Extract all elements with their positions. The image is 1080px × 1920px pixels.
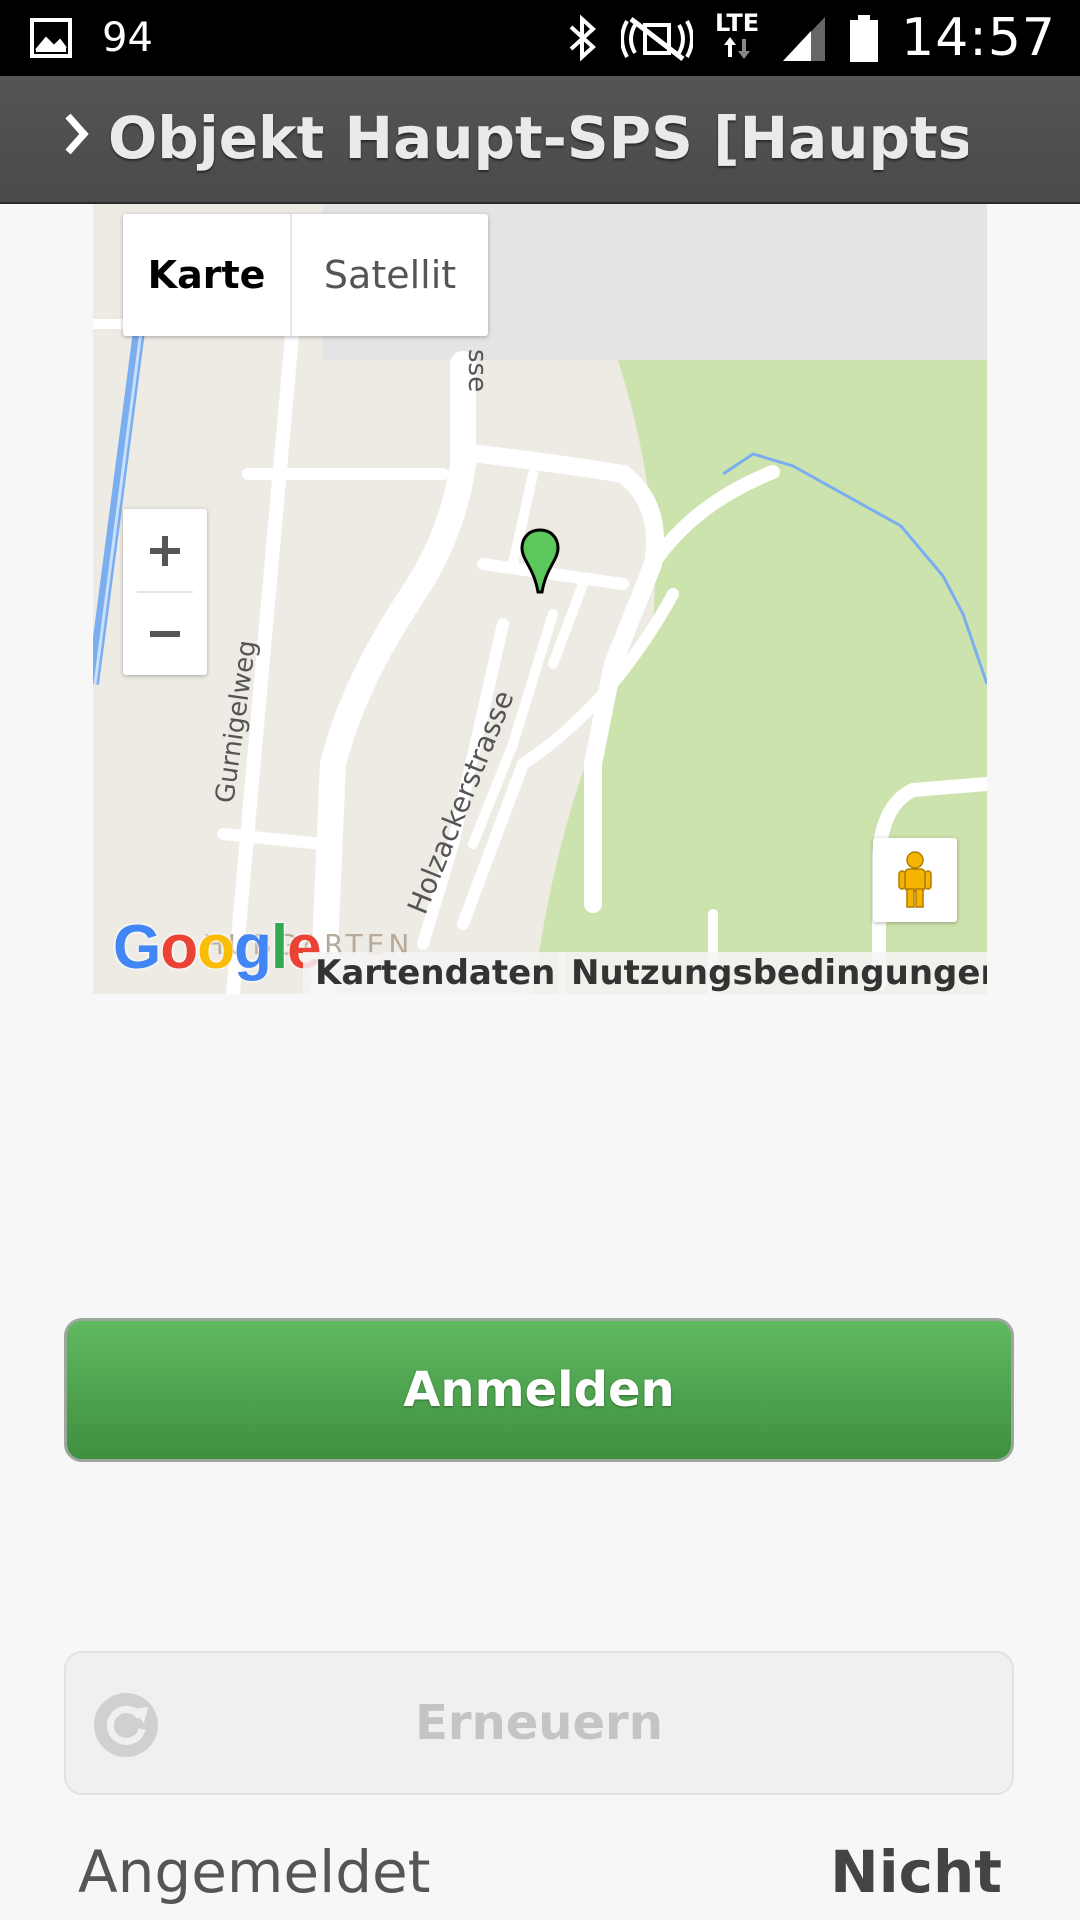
map-view[interactable]: sse Gurnigelweg Holzackerstrasse HUBGART… — [93, 204, 987, 994]
map-marker-icon[interactable] — [520, 528, 560, 594]
map-type-karte-button[interactable]: Karte — [123, 214, 293, 336]
login-status-row: Angemeldet Nicht — [78, 1838, 1002, 1918]
mute-icon — [621, 17, 694, 61]
refresh-button[interactable]: Erneuern — [64, 1651, 1014, 1795]
lte-icon: LTE — [715, 11, 759, 59]
login-status-value: Nicht — [830, 1838, 1002, 1906]
login-status-label: Angemeldet — [78, 1838, 431, 1906]
clock: 14:57 — [901, 8, 1056, 68]
google-logo: Google — [113, 913, 322, 982]
plus-icon — [150, 535, 180, 566]
notification-count: 94 — [102, 15, 153, 61]
signal-icon — [783, 17, 826, 61]
terms-of-use-link[interactable]: Nutzungsbedingungen — [559, 952, 987, 994]
login-button[interactable]: Anmelden — [64, 1318, 1014, 1462]
map-data-link[interactable]: Kartendaten — [303, 952, 568, 994]
image-icon — [30, 18, 72, 58]
title-bar: Objekt Haupt-SPS [Hauptsteue — [0, 76, 1080, 204]
zoom-in-button[interactable] — [123, 509, 207, 592]
street-label-partial: sse — [462, 349, 492, 392]
status-bar: 94 LTE 14:57 — [0, 0, 1080, 76]
chevron-right-icon[interactable] — [62, 112, 90, 156]
zoom-out-button[interactable] — [123, 592, 207, 675]
battery-icon — [850, 15, 879, 62]
map-type-control: Karte Satellit — [123, 214, 488, 336]
page-title: Objekt Haupt-SPS [Hauptsteue — [108, 104, 968, 172]
network-type-label: LTE — [715, 9, 760, 37]
minus-icon — [150, 630, 180, 637]
refresh-icon — [94, 1693, 158, 1757]
status-bar-right: LTE 14:57 — [567, 8, 1056, 68]
map-type-satellit-button[interactable]: Satellit — [292, 214, 488, 336]
pegman-icon — [898, 851, 932, 908]
zoom-control — [123, 509, 207, 675]
status-bar-left: 94 — [30, 10, 153, 66]
refresh-button-label: Erneuern — [415, 1695, 663, 1751]
street-view-pegman-button[interactable] — [873, 838, 957, 922]
zoom-divider — [137, 591, 193, 593]
bluetooth-icon — [569, 14, 597, 62]
